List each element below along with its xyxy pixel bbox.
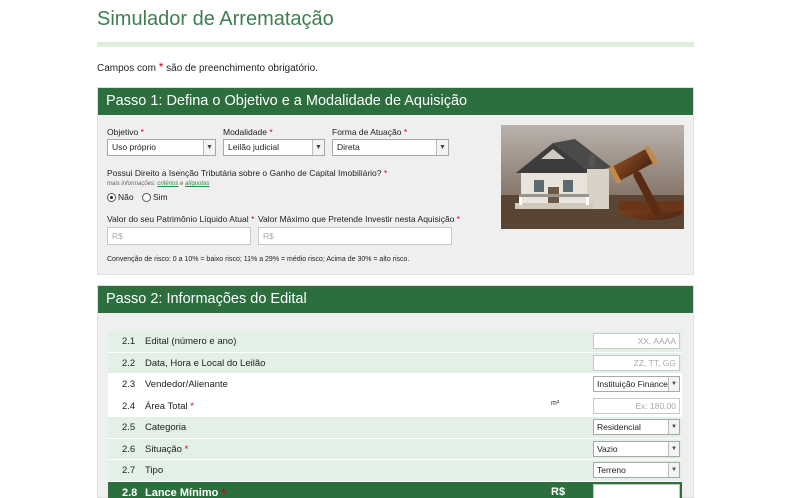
table-row: 2.1 Edital (número e ano) XX, AAAA [108,331,682,353]
aliquotas-link[interactable]: alíquotas [185,181,209,187]
chevron-down-icon: ▼ [668,377,679,391]
row-number: 2.1 [122,336,136,347]
edital-input[interactable]: XX, AAAA [593,333,680,349]
step1-panel: Passo 1: Defina o Objetivo e a Modalidad… [97,87,694,275]
area-total-input[interactable]: Ex: 180,00 [593,397,680,414]
chevron-down-icon: ▼ [668,441,679,456]
title-divider [97,42,694,47]
table-row: 2.2 Data, Hora e Local do Leilão ZZ, TT,… [108,352,682,374]
risk-note: Convenção de risco: 0 a 10% = baixo risc… [107,256,410,263]
row-label: Área Total * [145,400,194,412]
table-row: 2.5 Categoria Residencial ▼ [108,417,682,439]
row-number: 2.3 [122,379,136,390]
row-number: 2.5 [122,422,136,433]
row-number: 2.6 [122,443,136,455]
isencao-radio-no[interactable]: Não [107,192,134,202]
house-gavel-image [501,125,684,229]
row-unit: m² [551,399,560,407]
step1-heading: Passo 1: Defina o Objetivo e a Modalidad… [98,88,693,115]
situacao-select[interactable]: Vazio ▼ [593,440,680,457]
row-label: Vendedor/Alienante [145,379,228,390]
chevron-down-icon: ▼ [668,420,679,434]
page-title: Simulador de Arrematação [97,8,334,30]
table-row: 2.4 Área Total * m² Ex: 180,00 [108,395,682,417]
patrimonio-label: Valor do seu Patrimônio Líquido Atual * [107,214,255,224]
table-row: 2.7 Tipo Terreno ▼ [108,460,682,482]
row-label: Lance Mínimo * [145,486,226,498]
isencao-more-info: mais informações: critérios e alíquotas [107,181,210,187]
required-note-before: Campos com [97,63,156,74]
chevron-down-icon: ▼ [436,140,448,155]
objetivo-label: Objetivo * [107,127,144,137]
required-note: Campos com * são de preenchimento obriga… [97,60,318,74]
criterios-link[interactable]: critérios [157,181,178,187]
chevron-down-icon: ▼ [668,463,679,477]
forma-select[interactable]: Direta ▼ [332,139,449,156]
row-unit: R$ [551,485,566,498]
objetivo-select[interactable]: Uso próprio ▼ [107,139,216,156]
row-label: Tipo [145,465,164,476]
modalidade-label: Modalidade * [223,127,273,137]
table-row-highlight: 2.8 Lance Mínimo * R$ [108,481,682,498]
table-row: 2.6 Situação * Vazio ▼ [108,438,682,460]
step2-heading: Passo 2: Informações do Edital [98,286,693,313]
required-note-after: são de preenchimento obrigatório. [166,63,318,74]
forma-label: Forma de Atuação * [332,127,408,137]
chevron-down-icon: ▼ [312,140,324,155]
edital-table: 2.1 Edital (número e ano) XX, AAAA 2.2 D… [108,331,682,498]
required-star: * [158,60,164,74]
lance-minimo-input[interactable] [593,483,680,498]
modalidade-select[interactable]: Leilão judicial ▼ [223,139,325,156]
row-number: 2.8 [122,486,138,498]
patrimonio-input[interactable]: R$ [107,227,251,245]
row-label: Situação * [145,443,189,455]
categoria-select[interactable]: Residencial ▼ [593,419,680,435]
radio-unselected-icon [142,192,151,202]
row-label: Categoria [145,422,187,433]
step2-panel: Passo 2: Informações do Edital 2.1 Edita… [97,285,694,498]
row-number: 2.4 [122,400,136,412]
row-label: Edital (número e ano) [145,336,237,347]
row-number: 2.2 [122,357,136,369]
row-label: Data, Hora e Local do Leilão [145,357,266,369]
vendedor-select[interactable]: Instituição Financeira ▼ [593,376,680,392]
row-number: 2.7 [122,465,136,476]
radio-selected-icon [107,192,116,202]
isencao-question: Possui Direito a Isenção Tributária sobr… [107,168,388,178]
investir-input[interactable]: R$ [258,227,452,245]
isencao-radio-yes[interactable]: Sim [142,192,168,202]
investir-label: Valor Máximo que Pretende Investir nesta… [258,214,461,224]
data-hora-local-input[interactable]: ZZ, TT, GG [593,354,680,371]
table-row: 2.3 Vendedor/Alienante Instituição Finan… [108,374,682,396]
chevron-down-icon: ▼ [203,140,215,155]
tipo-select[interactable]: Terreno ▼ [593,462,680,478]
